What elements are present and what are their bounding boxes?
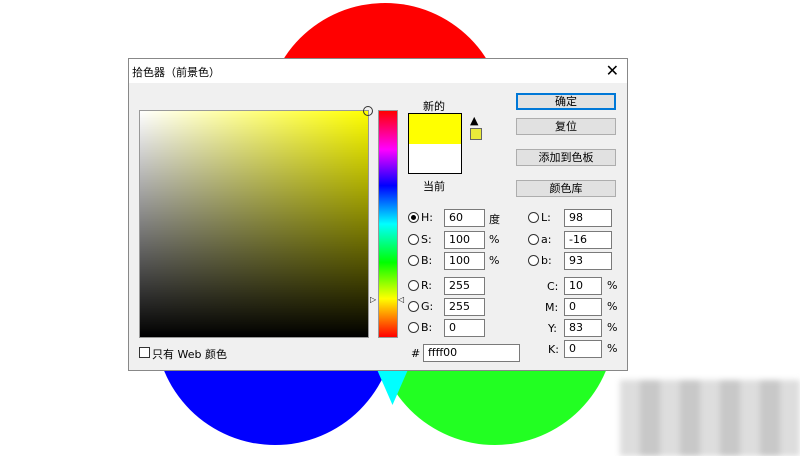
- new-label: 新的: [423, 100, 445, 113]
- color-preview: [408, 113, 462, 174]
- label-a: a:: [541, 233, 552, 246]
- blurred-watermark: [620, 380, 800, 456]
- new-color-swatch: [409, 114, 461, 144]
- label-c: C:: [547, 280, 559, 293]
- color-field[interactable]: [139, 106, 373, 338]
- color-libraries-button[interactable]: 颜色库: [516, 180, 616, 197]
- gamut-warning-icon[interactable]: ▲: [470, 114, 478, 127]
- radio-a[interactable]: [528, 234, 539, 245]
- input-m[interactable]: 0: [564, 298, 602, 316]
- color-picker-dialog: 拾色器（前景色） ✕ ▷ ◁ 新的 当前 ▲ 确定 复位 添加到色板 颜色库 H…: [128, 58, 628, 371]
- unit-m: %: [607, 300, 618, 313]
- hue-slider-handle-right[interactable]: ◁: [398, 295, 404, 304]
- input-a[interactable]: -16: [564, 231, 612, 249]
- input-k[interactable]: 0: [564, 340, 602, 358]
- close-icon[interactable]: ✕: [606, 61, 619, 80]
- input-y[interactable]: 83: [564, 319, 602, 337]
- label-h: H:: [421, 211, 433, 224]
- add-to-swatches-button[interactable]: 添加到色板: [516, 149, 616, 166]
- unit-k: %: [607, 342, 618, 355]
- radio-lab-b[interactable]: [528, 255, 539, 266]
- ok-button[interactable]: 确定: [516, 93, 616, 110]
- label-g: G:: [421, 300, 434, 313]
- color-field-marker: [363, 106, 373, 116]
- label-y: Y:: [548, 322, 557, 335]
- gamut-warning-swatch[interactable]: [470, 128, 482, 140]
- radio-r[interactable]: [408, 280, 419, 291]
- current-color-swatch[interactable]: [409, 144, 461, 173]
- unit-c: %: [607, 279, 618, 292]
- radio-s[interactable]: [408, 234, 419, 245]
- unit-b: %: [489, 254, 500, 267]
- input-l[interactable]: 98: [564, 209, 612, 227]
- title-bar: 拾色器（前景色） ✕: [129, 59, 627, 83]
- input-s[interactable]: 100: [444, 231, 485, 249]
- hex-label: #: [411, 347, 421, 360]
- hue-slider[interactable]: [378, 110, 398, 338]
- label-blue: B:: [421, 321, 433, 334]
- input-b[interactable]: 100: [444, 252, 485, 270]
- label-k: K:: [548, 343, 559, 356]
- unit-y: %: [607, 321, 618, 334]
- web-only-label: 只有 Web 颜色: [152, 348, 227, 361]
- input-c[interactable]: 10: [564, 277, 602, 295]
- input-blue[interactable]: 0: [444, 319, 485, 337]
- input-h[interactable]: 60: [444, 209, 485, 227]
- reset-button[interactable]: 复位: [516, 118, 616, 135]
- input-lab-b[interactable]: 93: [564, 252, 612, 270]
- label-b: B:: [421, 254, 433, 267]
- input-r[interactable]: 255: [444, 277, 485, 295]
- label-r: R:: [421, 279, 433, 292]
- label-s: S:: [421, 233, 432, 246]
- label-lab-b: b:: [541, 254, 552, 267]
- current-label: 当前: [423, 180, 445, 193]
- label-l: L:: [541, 211, 551, 224]
- radio-l[interactable]: [528, 212, 539, 223]
- radio-g[interactable]: [408, 301, 419, 312]
- radio-h[interactable]: [408, 212, 419, 223]
- unit-h: 度: [489, 213, 500, 226]
- hex-input[interactable]: ffff00: [423, 344, 520, 362]
- input-g[interactable]: 255: [444, 298, 485, 316]
- radio-blue[interactable]: [408, 322, 419, 333]
- hue-slider-handle-left[interactable]: ▷: [370, 295, 376, 304]
- web-only-checkbox[interactable]: [139, 347, 150, 358]
- unit-s: %: [489, 233, 500, 246]
- radio-b[interactable]: [408, 255, 419, 266]
- label-m: M:: [545, 301, 559, 314]
- dialog-title: 拾色器（前景色）: [132, 66, 220, 79]
